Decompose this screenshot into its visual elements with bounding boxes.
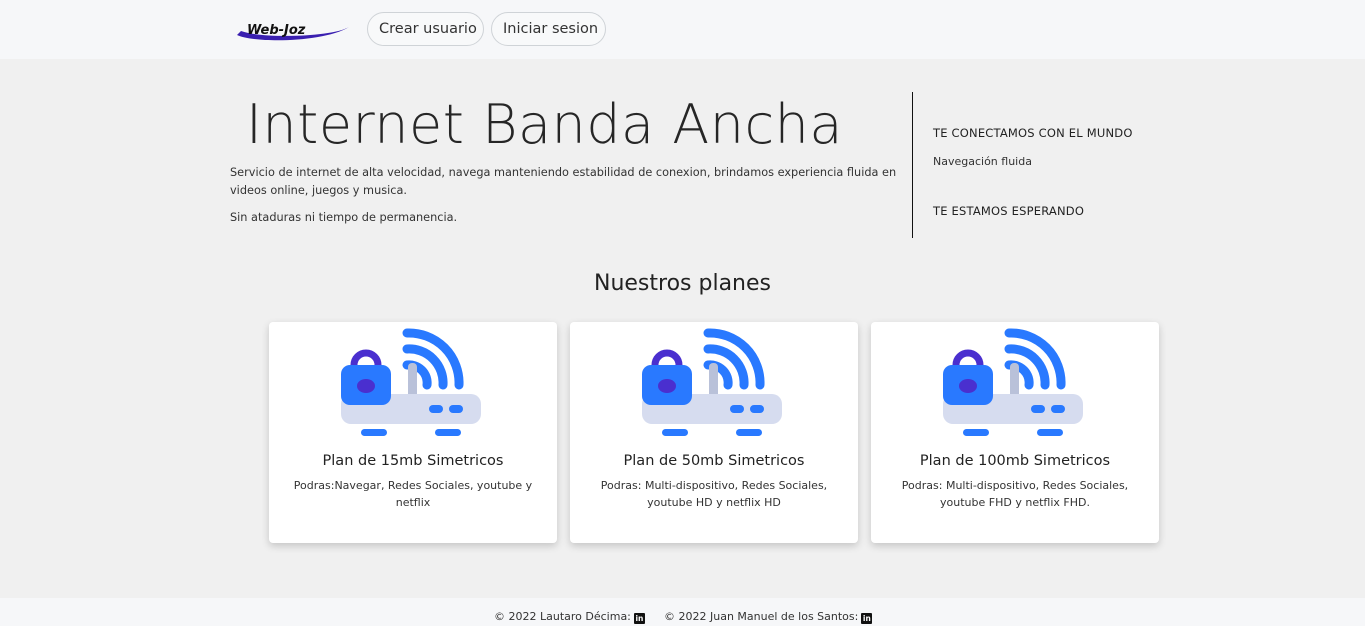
plan-description: Podras: Multi-dispositivo, Redes Sociale… (600, 479, 828, 509)
iniciar-sesion-button[interactable]: Iniciar sesion (491, 12, 606, 46)
plan-card-15mb[interactable]: Plan de 15mb Simetricos Podras:Navegar, … (269, 322, 557, 543)
linkedin-icon[interactable]: in (633, 613, 645, 624)
logo-text: Web-Joz (247, 23, 306, 38)
webjoz-logo[interactable]: Web-Joz (233, 19, 353, 41)
router-wifi-lock-icon (943, 328, 1083, 436)
router-wifi-lock-icon (642, 328, 782, 436)
plan-card-50mb[interactable]: Plan de 50mb Simetricos Podras: Multi-di… (570, 322, 858, 543)
footer-credit-juan: © 2022 Juan Manuel de los Santos: in (664, 610, 873, 624)
credit-text: © 2022 Lautaro Décima: (494, 610, 631, 623)
vertical-divider (912, 92, 913, 238)
footer: © 2022 Lautaro Décima: in © 2022 Juan Man… (0, 598, 1365, 626)
plan-description: Podras: Multi-dispositivo, Redes Sociale… (901, 479, 1129, 509)
footer-credit-lautaro: © 2022 Lautaro Décima: in (494, 610, 645, 624)
plan-card-100mb[interactable]: Plan de 100mb Simetricos Podras: Multi-d… (871, 322, 1159, 543)
aside-heading-esperando: TE ESTAMOS ESPERANDO (933, 204, 1085, 218)
hero-description: Servicio de internet de alta velocidad, … (230, 166, 897, 197)
hero-note: Sin ataduras ni tiempo de permanencia. (230, 211, 458, 224)
linkedin-icon[interactable]: in (861, 613, 873, 624)
plan-description: Podras:Navegar, Redes Sociales, youtube … (293, 479, 533, 509)
plan-title: Plan de 100mb Simetricos (919, 453, 1111, 469)
navbar: Web-Joz Crear usuario Iniciar sesion (0, 0, 1365, 59)
hero-title: Internet Banda Ancha (246, 93, 843, 156)
crear-usuario-button[interactable]: Crear usuario (367, 12, 484, 46)
plans-title: Nuestros planes (594, 271, 771, 296)
plan-title: Plan de 15mb Simetricos (322, 453, 504, 469)
credit-text: © 2022 Juan Manuel de los Santos: (664, 610, 859, 623)
aside-text-navegacion: Navegación fluida (933, 155, 1032, 168)
router-wifi-lock-icon (341, 328, 481, 436)
aside-heading-conectamos: TE CONECTAMOS CON EL MUNDO (933, 126, 1133, 140)
plan-title: Plan de 50mb Simetricos (623, 453, 805, 469)
